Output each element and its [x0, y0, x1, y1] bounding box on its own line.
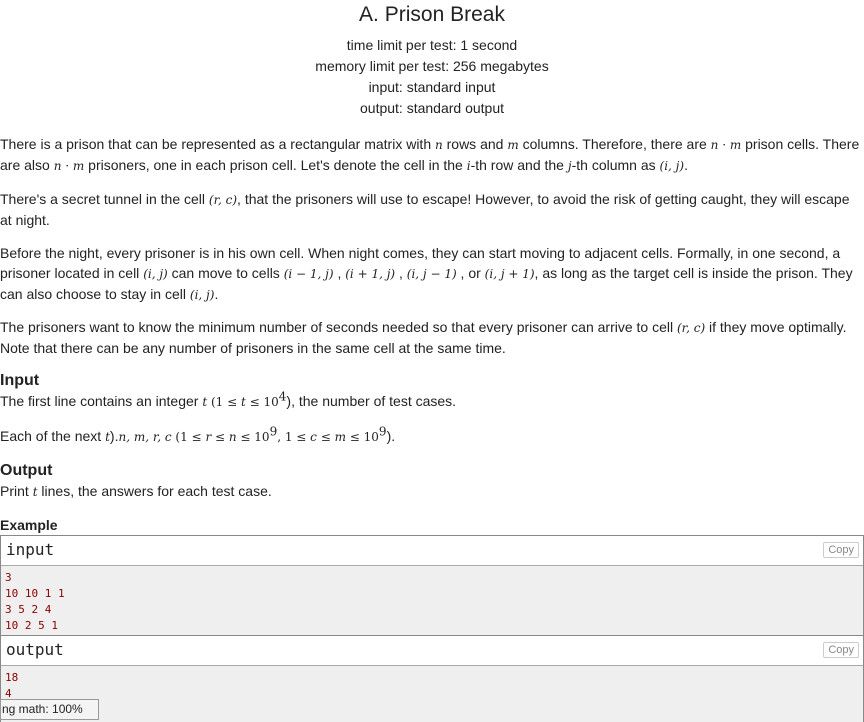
- problem-header: A. Prison Break time limit per test: 1 s…: [0, 3, 864, 119]
- example-input-box: input Copy 3 10 10 1 1 3 5 2 4 10 2 5 1: [0, 535, 864, 637]
- output-line-1: Print t lines, the answers for each test…: [0, 483, 272, 499]
- example-input-line: 3: [5, 571, 12, 584]
- input-line-2: Each of the next t).n, m, r, c (1 ≤ r ≤ …: [0, 424, 396, 444]
- example-output-body[interactable]: 18 4: [1, 666, 863, 722]
- example-output-line: 18: [5, 671, 19, 684]
- input-section: Input The first line contains an integer…: [0, 371, 864, 412]
- example-input-line: 10 2 5 1: [5, 619, 58, 632]
- example-input-line: 10 10 1 1: [5, 587, 65, 600]
- memory-limit: memory limit per test: 256 megabytes: [315, 58, 549, 74]
- statement-paragraph-3: Before the night, every prisoner is in h…: [0, 245, 853, 302]
- copy-input-button[interactable]: Copy: [823, 542, 859, 558]
- copy-output-button[interactable]: Copy: [823, 642, 859, 658]
- input-spec: input: standard input: [368, 79, 496, 95]
- example-output-label: output: [6, 640, 64, 659]
- statement-paragraph-1: There is a prison that can be represente…: [0, 136, 860, 173]
- problem-title: A. Prison Break: [359, 3, 505, 26]
- time-limit: time limit per test: 1 second: [346, 37, 518, 53]
- output-spec: output: standard output: [360, 100, 504, 116]
- math-processing-status: ng math: 100%: [0, 699, 99, 720]
- output-section: Output Print t lines, the answers for ea…: [0, 461, 864, 502]
- statement-paragraph-2: There's a secret tunnel in the cell (r, …: [0, 191, 850, 228]
- output-section-title: Output: [0, 462, 53, 479]
- example-input-body[interactable]: 3 10 10 1 1 3 5 2 4 10 2 5 1: [1, 566, 863, 636]
- example-title: Example: [0, 517, 58, 533]
- example-input-line: 3 5 2 4: [5, 603, 52, 616]
- problem-statement: There is a prison that can be represente…: [0, 134, 864, 176]
- example-input-label: input: [6, 540, 55, 559]
- example-output-box: output Copy 18 4: [0, 635, 864, 722]
- statement-paragraph-4: The prisoners want to know the minimum n…: [0, 319, 847, 356]
- example-output-line: 4: [5, 687, 12, 700]
- input-section-title: Input: [0, 372, 40, 389]
- input-line-1: The first line contains an integer t (1 …: [0, 389, 457, 409]
